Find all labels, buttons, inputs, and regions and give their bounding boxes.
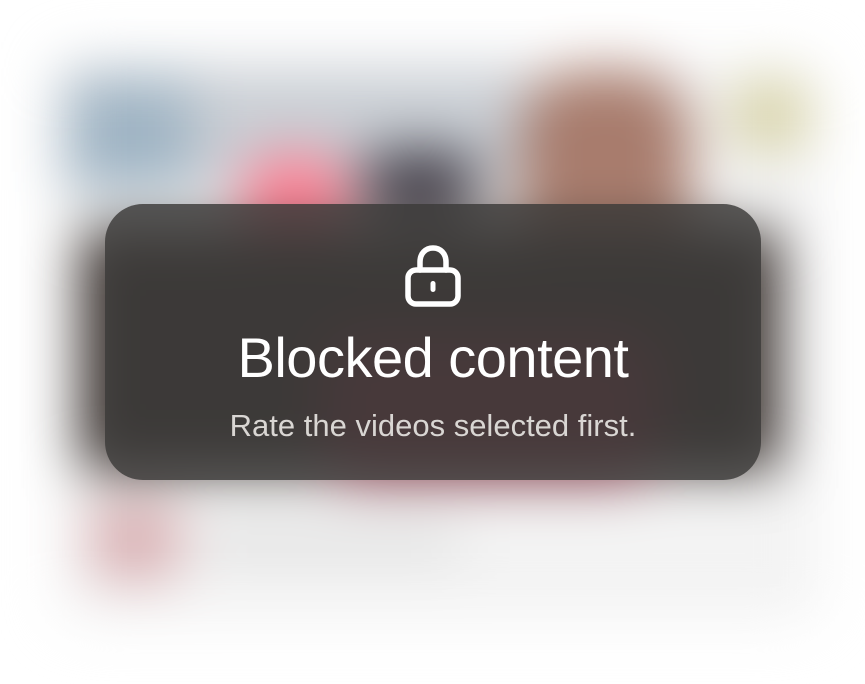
blocked-title: Blocked content — [237, 326, 629, 389]
blocked-subtitle: Rate the videos selected first. — [229, 408, 637, 443]
lock-icon — [405, 245, 461, 307]
background-blue-area — [70, 80, 190, 190]
background-yellow-shape — [730, 80, 810, 150]
background-text-line — [200, 520, 460, 560]
blocked-content-screen: Blocked content Rate the videos selected… — [0, 0, 865, 684]
background-thumbnail — [90, 500, 180, 580]
blocked-content-panel: Blocked content Rate the videos selected… — [105, 204, 761, 480]
